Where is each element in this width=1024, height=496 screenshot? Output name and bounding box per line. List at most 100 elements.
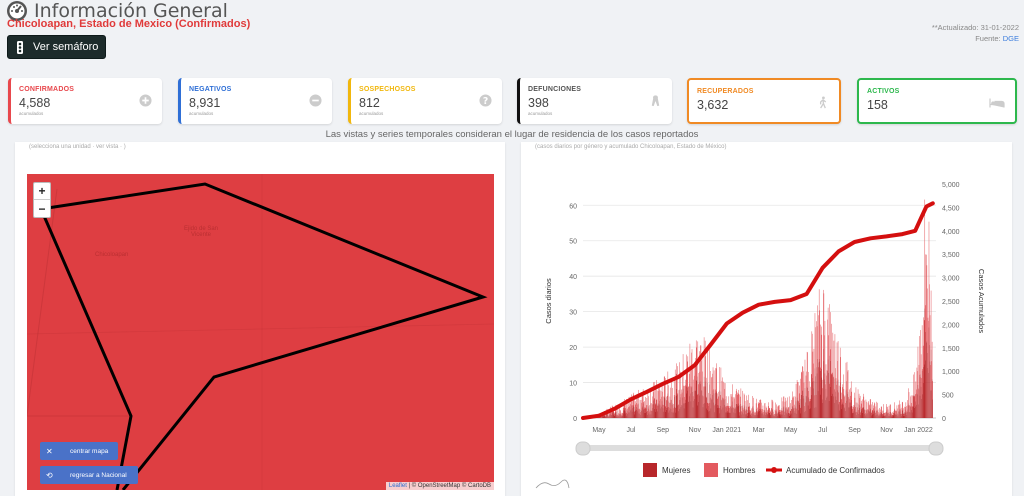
legend-swatch-hombres[interactable] [704,463,718,477]
card-confirmados[interactable]: CONFIRMADOS 4,588 acumulados [8,78,162,124]
bar-mujeres [874,410,876,418]
bar-hombres [700,345,702,382]
bar-hombres [741,405,743,412]
bar-mujeres [666,409,668,418]
bar-mujeres [771,408,773,418]
bar-mujeres [630,409,632,418]
bar-mujeres [643,409,644,418]
bar-mujeres [873,411,874,418]
bar-mujeres [869,411,870,418]
card-recuperados[interactable]: RECUPERADOS 3,632 [687,78,841,124]
bar-mujeres [776,412,778,418]
bar-hombres [693,379,694,401]
bar-mujeres [745,414,746,418]
bar-hombres [757,402,759,410]
bar-mujeres [781,407,783,418]
bar-mujeres [610,415,612,418]
bar-mujeres [744,409,746,418]
card-value: 8,931 [189,96,221,110]
bar-mujeres [810,400,812,418]
bar-mujeres [636,409,638,418]
y-right-tick-label: 4,000 [942,229,960,236]
y-right-tick-label: 1,500 [942,346,960,353]
bar-hombres [702,371,703,396]
bar-mujeres [761,411,762,418]
bar-hombres [625,408,627,414]
bar-mujeres [875,415,876,418]
center-map-button[interactable]: ✕ centrar mapa [40,442,118,460]
bar-mujeres [764,410,765,418]
bar-mujeres [808,398,810,418]
zoom-in-button[interactable]: + [34,183,50,200]
bar-mujeres [689,396,690,418]
bar-hombres [712,373,713,395]
bar-mujeres [887,413,888,418]
bar-hombres [775,409,777,414]
legend-swatch-mujeres[interactable] [643,463,657,477]
bar-mujeres [690,393,691,418]
card-negativos[interactable]: NEGATIVOS 8,931 acumulados [178,78,332,124]
bar-mujeres [930,390,931,418]
national-button[interactable]: ⟲ regresar a Nacional [40,466,138,484]
bar-hombres [910,396,911,407]
bar-mujeres [930,349,932,418]
zoom-out-button[interactable]: − [34,200,50,217]
bar-mujeres [720,391,722,418]
legend-label[interactable]: Mujeres [662,466,690,475]
bar-mujeres [701,390,703,418]
bar-hombres [785,397,786,408]
bar-hombres [791,399,792,409]
bar-hombres [818,315,819,363]
range-slider-left-handle[interactable] [575,441,591,456]
bar-hombres [807,390,809,406]
bar-hombres [626,412,628,416]
plus-circle-icon [139,94,152,107]
bar-mujeres [752,407,753,418]
card-activos[interactable]: ACTIVOS 158 [857,78,1017,124]
bar-hombres [734,398,735,410]
ver-semaforo-button[interactable]: Ver semáforo [7,35,106,59]
bar-hombres [838,392,839,405]
bar-hombres [752,406,754,412]
bar-hombres [886,404,887,411]
bar-mujeres [834,379,836,418]
bar-hombres [605,415,607,417]
bar-hombres [908,388,909,404]
leaflet-link[interactable]: Leaflet [389,483,407,489]
bar-hombres [894,402,895,410]
bar-hombres [869,405,870,412]
card-sospechosos[interactable]: SOSPECHOSOS 812 acumulados ? [348,78,502,124]
bar-mujeres [772,409,773,418]
legend-label[interactable]: Hombres [723,466,755,475]
bar-hombres [837,360,838,391]
bar-mujeres [663,396,665,418]
bar-mujeres [638,413,640,418]
bar-hombres [897,408,898,414]
bar-hombres [665,406,666,412]
range-slider-right-handle[interactable] [928,441,944,456]
map[interactable]: Chicoloapan Ejido de San Vicente + − ✕ ce… [27,174,494,490]
bar-mujeres [746,415,748,418]
bar-mujeres [757,409,759,418]
bar-hombres [884,412,886,416]
bar-hombres [760,399,762,410]
bar-mujeres [618,415,619,418]
bar-hombres [789,413,790,416]
bar-hombres [883,404,884,411]
bar-hombres [622,412,623,416]
bar-mujeres [794,411,795,418]
svg-text:?: ? [483,96,488,107]
bar-hombres [703,386,704,404]
legend-label[interactable]: Acumulado de Confirmados [786,466,885,475]
bar-hombres [709,343,710,385]
cases-chart[interactable]: 0 10 20 30 40 50 60 0 500 1,000 1,500 2,000 2,500 3,0… [521,142,1012,496]
card-defunciones[interactable]: DEFUNCIONES 398 acumulados [517,78,672,124]
bar-hombres [824,320,826,374]
bar-hombres [834,334,836,380]
bar-mujeres [735,406,736,418]
bar-mujeres [703,376,705,418]
source-link[interactable]: DGE [1003,34,1019,43]
bar-hombres [779,410,781,415]
bar-mujeres [844,407,846,418]
bar-mujeres [653,398,655,418]
